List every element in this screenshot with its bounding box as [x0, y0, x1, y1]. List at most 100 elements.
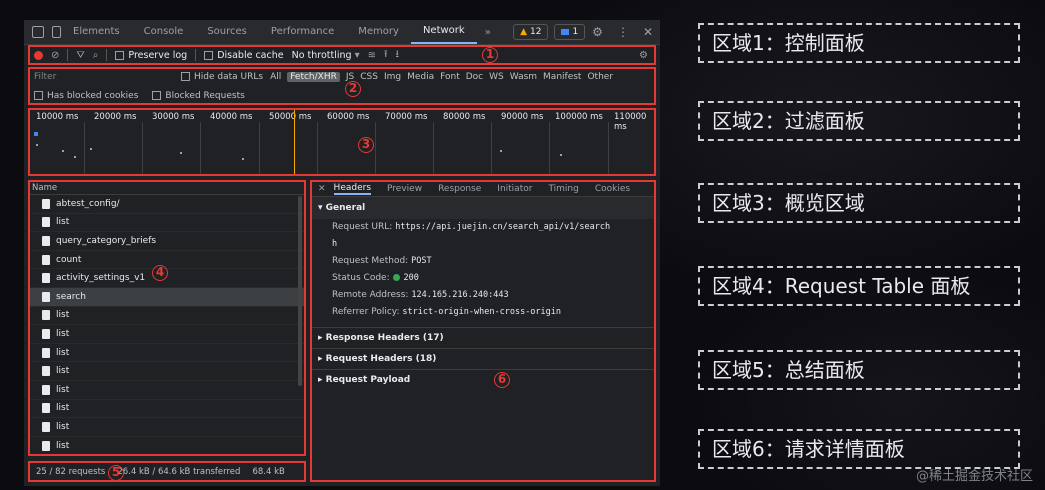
- has-blocked-cookies-checkbox[interactable]: Has blocked cookies: [34, 91, 138, 101]
- request-details-panel: ✕ Headers Preview Response Initiator Tim…: [310, 180, 656, 482]
- table-row[interactable]: list: [30, 381, 304, 400]
- tab-preview[interactable]: Preview: [387, 184, 422, 194]
- clear-icon[interactable]: ⊘: [51, 50, 59, 61]
- type-filter-other[interactable]: Other: [587, 72, 613, 82]
- tab-elements[interactable]: Elements: [61, 20, 132, 44]
- grid-line: [317, 122, 318, 174]
- table-row[interactable]: list: [30, 362, 304, 381]
- region-number-6: 6: [494, 372, 510, 388]
- filter-icon[interactable]: ⛛: [76, 50, 84, 61]
- checkbox-icon: [152, 91, 162, 100]
- more-tabs-button[interactable]: »: [477, 27, 499, 38]
- tab-memory[interactable]: Memory: [346, 20, 411, 44]
- warning-icon: ▲: [520, 27, 527, 37]
- label-region-2: 区域2：过滤面板: [698, 101, 1020, 141]
- device-toggle-icon[interactable]: [52, 26, 61, 38]
- message-icon: [561, 29, 570, 35]
- region-number-2: 2: [345, 81, 361, 97]
- table-row[interactable]: list: [30, 307, 304, 326]
- messages-badge[interactable]: 1: [554, 24, 586, 40]
- filter-input[interactable]: Filter: [34, 72, 174, 82]
- more-options-icon[interactable]: ⋮: [617, 25, 629, 39]
- resources-size: 68.4 kB: [252, 466, 285, 477]
- remote-address-label: Remote Address:: [332, 290, 409, 300]
- request-headers-section[interactable]: ▸ Request Headers (18): [312, 348, 654, 369]
- warnings-badge[interactable]: ▲ 12: [513, 24, 549, 40]
- grid-line: [84, 122, 85, 174]
- tab-console[interactable]: Console: [132, 20, 196, 44]
- tick-label: 30000 ms: [152, 112, 195, 122]
- type-filter-all[interactable]: All: [270, 72, 281, 82]
- table-row[interactable]: list: [30, 418, 304, 437]
- type-filter-fetch-xhr[interactable]: Fetch/XHR: [287, 72, 340, 82]
- type-filter-media[interactable]: Media: [407, 72, 434, 82]
- tab-sources[interactable]: Sources: [195, 20, 259, 44]
- referrer-policy-label: Referrer Policy:: [332, 307, 400, 317]
- table-row[interactable]: list: [30, 400, 304, 419]
- label-region-3: 区域3：概览区域: [698, 183, 1020, 223]
- type-filter-doc[interactable]: Doc: [466, 72, 483, 82]
- request-mark: [500, 150, 502, 152]
- tab-performance[interactable]: Performance: [259, 20, 346, 44]
- upload-icon[interactable]: ⭱: [384, 47, 388, 64]
- request-payload-section[interactable]: ▸ Request Payload: [312, 369, 654, 390]
- request-method-row: Request Method: POST: [332, 253, 654, 270]
- region-number-1: 1: [482, 47, 498, 63]
- search-icon[interactable]: ⌕: [93, 50, 99, 61]
- table-row[interactable]: query_category_briefs: [30, 232, 304, 251]
- table-row[interactable]: list: [30, 325, 304, 344]
- tab-response[interactable]: Response: [438, 184, 481, 194]
- type-filter-font[interactable]: Font: [440, 72, 460, 82]
- close-details-icon[interactable]: ✕: [318, 184, 326, 194]
- type-filter-wasm[interactable]: Wasm: [510, 72, 537, 82]
- referrer-policy-value: strict-origin-when-cross-origin: [402, 307, 562, 317]
- hide-data-urls-checkbox[interactable]: Hide data URLs: [181, 72, 263, 82]
- tick-label: 50000 ms: [269, 112, 312, 122]
- table-row[interactable]: count: [30, 251, 304, 270]
- general-section-header[interactable]: ▾ General: [312, 197, 654, 219]
- table-row-selected[interactable]: search: [30, 287, 304, 307]
- wifi-icon[interactable]: ≋: [368, 50, 376, 61]
- tab-headers[interactable]: Headers: [333, 183, 372, 195]
- settings-gear-icon[interactable]: ⚙: [592, 25, 603, 39]
- request-name: list: [56, 328, 70, 339]
- network-settings-gear-icon[interactable]: ⚙: [639, 50, 648, 61]
- type-filter-css[interactable]: CSS: [360, 72, 378, 82]
- record-button[interactable]: [34, 50, 43, 60]
- request-method-label: Request Method:: [332, 256, 409, 266]
- status-code-label: Status Code:: [332, 273, 390, 283]
- request-mark: [36, 144, 38, 146]
- table-row[interactable]: list: [30, 344, 304, 363]
- tab-initiator[interactable]: Initiator: [497, 184, 532, 194]
- overview-panel[interactable]: 10000 ms 20000 ms 30000 ms 40000 ms 5000…: [28, 108, 656, 176]
- request-name: list: [56, 347, 70, 358]
- scrollbar[interactable]: [298, 196, 302, 386]
- close-icon[interactable]: ✕: [643, 25, 653, 39]
- table-row[interactable]: abtest_config/: [30, 195, 304, 214]
- inspect-icon[interactable]: [32, 26, 44, 38]
- type-filter-img[interactable]: Img: [384, 72, 401, 82]
- request-name: list: [56, 217, 70, 228]
- table-row[interactable]: list: [30, 455, 304, 456]
- throttling-value: No throttling: [291, 49, 352, 61]
- tab-cookies[interactable]: Cookies: [595, 184, 630, 194]
- preserve-log-checkbox[interactable]: Preserve log: [115, 50, 187, 61]
- disable-cache-checkbox[interactable]: Disable cache: [204, 50, 284, 61]
- tick-label: 60000 ms: [327, 112, 370, 122]
- table-row[interactable]: list: [30, 214, 304, 233]
- table-row[interactable]: list: [30, 437, 304, 454]
- tick-label: 10000 ms: [36, 112, 79, 122]
- request-name: query_category_briefs: [56, 235, 157, 246]
- tab-network[interactable]: Network: [410, 20, 477, 44]
- type-filter-manifest[interactable]: Manifest: [543, 72, 581, 82]
- download-icon[interactable]: ⭳: [396, 47, 400, 64]
- type-filter-ws[interactable]: WS: [489, 72, 504, 82]
- throttling-select[interactable]: No throttling ▾: [292, 50, 360, 61]
- request-mark: [62, 150, 64, 152]
- column-header-name[interactable]: Name: [30, 182, 304, 195]
- resource-type-filters: All Fetch/XHR JS CSS Img Media Font Doc WS Wasm Ma…: [270, 72, 619, 82]
- remote-address-row: Remote Address: 124.165.216.240:443: [332, 287, 654, 304]
- response-headers-section[interactable]: ▸ Response Headers (17): [312, 327, 654, 348]
- tab-timing[interactable]: Timing: [548, 184, 578, 194]
- blocked-requests-checkbox[interactable]: Blocked Requests: [152, 91, 245, 101]
